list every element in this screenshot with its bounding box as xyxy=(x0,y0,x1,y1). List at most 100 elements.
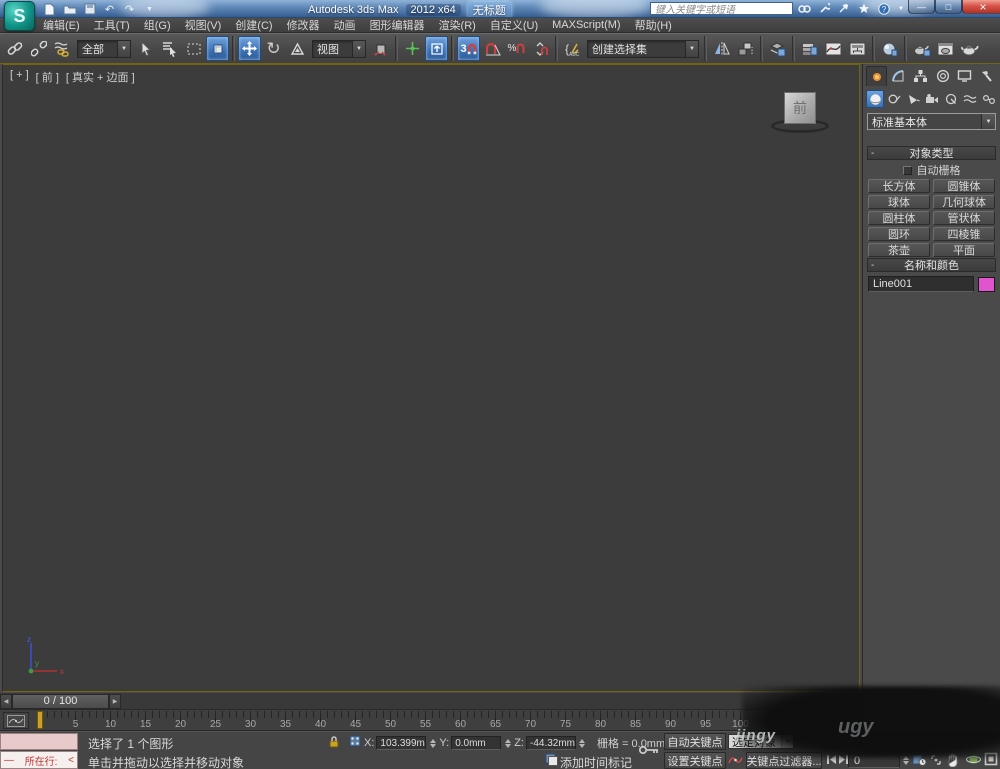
schematic-view-icon[interactable] xyxy=(846,36,869,61)
save-file-icon[interactable] xyxy=(82,2,97,16)
current-frame-field[interactable]: 0 xyxy=(848,753,900,768)
angle-snap-icon[interactable] xyxy=(481,36,504,61)
render-setup-icon[interactable] xyxy=(910,36,933,61)
menu-item[interactable]: 自定义(U) xyxy=(483,18,545,32)
dropdown-arrow-icon[interactable]: ▼ xyxy=(781,735,793,748)
menu-item[interactable]: 创建(C) xyxy=(228,18,279,32)
search-icon[interactable] xyxy=(798,4,811,14)
name-color-rollout-header[interactable]: - 名称和颜色 xyxy=(867,258,996,272)
tab-display[interactable] xyxy=(954,66,975,86)
minimize-button[interactable]: — xyxy=(908,0,935,14)
time-tag-icon[interactable] xyxy=(545,753,558,766)
isolate-selection-icon[interactable] xyxy=(930,754,942,766)
undo-icon[interactable]: ↶ xyxy=(102,2,117,16)
go-to-end-icon[interactable] xyxy=(838,754,848,765)
percent-snap-icon[interactable]: % xyxy=(505,36,528,61)
redo-icon[interactable]: ↷ xyxy=(122,2,137,16)
primitive-button[interactable]: 球体 xyxy=(868,195,930,209)
track-bar[interactable]: 0510152025303540455055606570758085909510… xyxy=(0,710,862,731)
render-production-icon[interactable] xyxy=(958,36,981,61)
menu-item[interactable]: 渲染(R) xyxy=(432,18,483,32)
curve-editor-icon[interactable] xyxy=(822,36,845,61)
y-spinner[interactable] xyxy=(503,736,512,750)
primitive-button[interactable]: 茶壶 xyxy=(868,243,930,257)
dropdown-arrow-icon[interactable]: ▼ xyxy=(352,40,365,57)
select-and-link-icon[interactable] xyxy=(3,36,26,61)
graphite-ribbon-icon[interactable] xyxy=(798,36,821,61)
window-crossing-icon[interactable] xyxy=(206,36,229,61)
tab-motion[interactable] xyxy=(932,66,953,86)
object-color-swatch[interactable] xyxy=(978,276,995,292)
menu-item[interactable]: 工具(T) xyxy=(87,18,137,32)
snap-toggle-3d-icon[interactable]: 3 xyxy=(457,36,480,61)
menu-item[interactable]: 组(G) xyxy=(137,18,178,32)
align-icon[interactable] xyxy=(734,36,757,61)
set-key-button[interactable]: 设置关键点 xyxy=(664,752,726,769)
tab-utilities[interactable] xyxy=(976,66,997,86)
edit-named-selection-sets-icon[interactable]: {ABC xyxy=(561,36,584,61)
dropdown-arrow-icon[interactable]: ▼ xyxy=(685,40,698,57)
communication-center-icon[interactable] xyxy=(838,3,850,14)
viewcube-front-face[interactable]: 前 xyxy=(784,92,816,124)
info-search-input[interactable]: 键入关键字或短语 xyxy=(650,2,793,15)
key-filters-button[interactable]: 关键点过滤器... xyxy=(746,752,822,769)
default-in-out-tangent-icon[interactable] xyxy=(728,753,743,767)
select-and-manipulate-icon[interactable] xyxy=(401,36,424,61)
primitive-button[interactable]: 圆环 xyxy=(868,227,930,241)
category-lights[interactable] xyxy=(904,90,922,108)
unlink-selection-icon[interactable] xyxy=(27,36,50,61)
select-object-icon[interactable] xyxy=(134,36,157,61)
primitive-button[interactable]: 四棱锥 xyxy=(933,227,995,241)
pan-hand-icon[interactable] xyxy=(946,752,960,767)
open-file-icon[interactable] xyxy=(62,2,77,16)
menu-item[interactable]: 帮助(H) xyxy=(628,18,679,32)
maximize-button[interactable]: □ xyxy=(935,0,962,14)
use-pivot-center-icon[interactable] xyxy=(369,36,392,61)
object-type-rollout-header[interactable]: - 对象类型 xyxy=(867,146,996,160)
tab-modify[interactable] xyxy=(888,66,909,86)
category-systems[interactable] xyxy=(980,90,998,108)
absolute-offset-mode-icon[interactable] xyxy=(348,734,362,748)
help-icon[interactable]: ? xyxy=(878,2,890,15)
named-selection-set-dropdown[interactable]: 创建选择集 ▼ xyxy=(587,39,699,58)
dropdown-arrow-icon[interactable]: ▼ xyxy=(981,114,995,129)
z-spinner[interactable] xyxy=(578,736,587,750)
spinner-snap-icon[interactable] xyxy=(529,36,552,61)
menu-item[interactable]: MAXScript(M) xyxy=(545,18,627,32)
set-key-icon[interactable] xyxy=(638,742,660,758)
previous-frame-button[interactable]: ◀ xyxy=(0,693,12,709)
menu-item[interactable]: 编辑(E) xyxy=(36,18,87,32)
category-shapes[interactable] xyxy=(885,90,903,108)
tab-hierarchy[interactable] xyxy=(910,66,931,86)
viewport-shading-menu[interactable]: [ 真实 + 边面 ] xyxy=(66,69,135,85)
autogrid-checkbox[interactable] xyxy=(902,165,912,175)
maxscript-mini-listener[interactable]: — 所在行: < xyxy=(0,751,78,769)
rendered-frame-window-icon[interactable] xyxy=(934,36,957,61)
qat-customize-icon[interactable]: ▼ xyxy=(142,2,157,16)
viewcube[interactable]: 前 xyxy=(771,89,831,137)
x-spinner[interactable] xyxy=(428,736,437,750)
menu-item[interactable]: 视图(V) xyxy=(178,18,229,32)
x-coordinate-field[interactable]: 103.399mm xyxy=(376,736,427,750)
primitive-type-dropdown[interactable]: 标准基本体 ▼ xyxy=(867,113,996,130)
orbit-icon[interactable] xyxy=(966,752,981,767)
favorites-star-icon[interactable] xyxy=(858,3,870,14)
viewport-front[interactable]: [ + ] [ 前 ] [ 真实 + 边面 ] 前 z x y xyxy=(2,64,860,692)
tab-create[interactable] xyxy=(866,66,887,86)
add-time-tag-label[interactable]: 添加时间标记 xyxy=(560,754,632,769)
dropdown-arrow-icon[interactable]: ▼ xyxy=(117,40,130,57)
keyboard-shortcut-override-icon[interactable] xyxy=(425,36,448,61)
bind-to-spacewarp-icon[interactable] xyxy=(51,36,74,61)
subscription-wrench-icon[interactable] xyxy=(819,3,830,14)
primitive-button[interactable]: 长方体 xyxy=(868,179,930,193)
z-coordinate-field[interactable]: -44.32mm xyxy=(525,736,576,750)
selection-filter-dropdown[interactable]: 全部 ▼ xyxy=(77,39,131,58)
primitive-button[interactable]: 圆柱体 xyxy=(868,211,930,225)
y-coordinate-field[interactable]: 0.0mm xyxy=(451,736,502,750)
category-cameras[interactable] xyxy=(923,90,941,108)
next-frame-button[interactable]: ▶ xyxy=(109,693,121,709)
viewport-general-menu[interactable]: [ + ] xyxy=(10,69,29,85)
reference-coordinate-dropdown[interactable]: 视图 ▼ xyxy=(312,39,366,58)
key-mode-toggle-icon[interactable] xyxy=(912,752,927,767)
close-button[interactable]: × xyxy=(962,0,1000,14)
